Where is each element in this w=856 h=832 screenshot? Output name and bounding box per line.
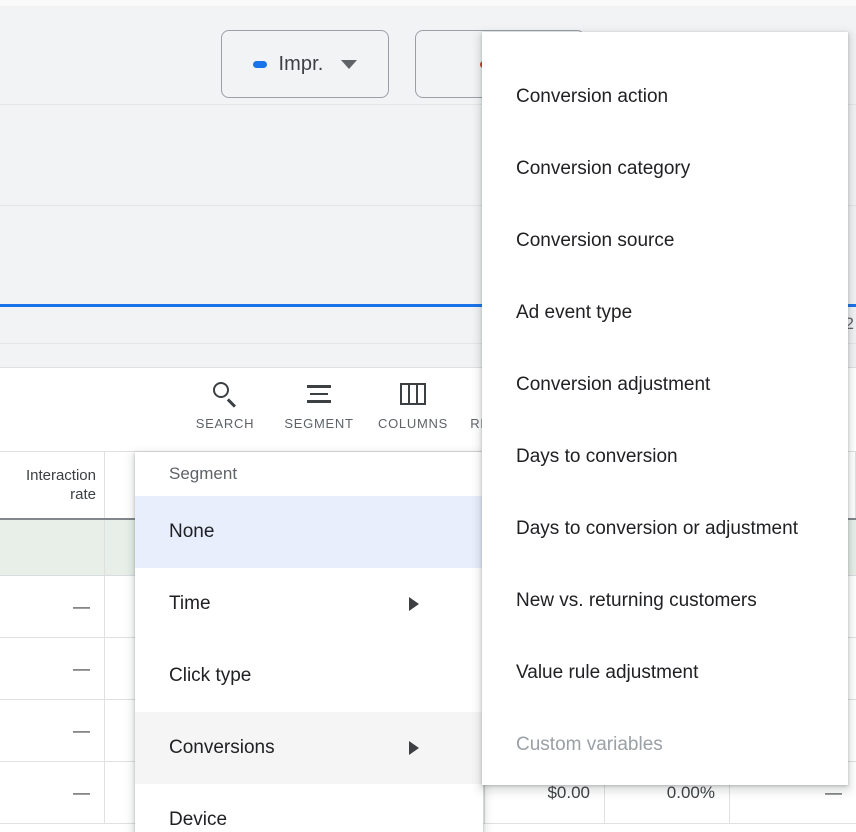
chevron-right-icon [409, 597, 419, 611]
submenu-item-ad-event-type[interactable]: Ad event type [482, 277, 848, 349]
metric-chip-label: Impr. [278, 52, 324, 75]
columns-icon [400, 376, 426, 412]
metric-color-dot-blue [252, 60, 267, 68]
segment-menu-item-label: Time [169, 593, 211, 614]
app-screen: Impr. N 2 SEARCH [0, 0, 856, 832]
segment-menu-item-device[interactable]: Device [135, 784, 483, 832]
submenu-item-conversion-action[interactable]: Conversion action [482, 61, 848, 133]
segment-icon [305, 376, 333, 412]
submenu-item-conversion-category[interactable]: Conversion category [482, 133, 848, 205]
segment-menu-item-label: Device [169, 809, 228, 830]
table-cell [0, 520, 105, 575]
toolbar-button-search[interactable]: SEARCH [178, 376, 272, 431]
submenu-item-conversion-adjustment[interactable]: Conversion adjustment [482, 349, 848, 421]
toolbar-label-segment: SEGMENT [284, 416, 354, 431]
submenu-item-days-to-conversion-or-adjustment[interactable]: Days to conversion or adjustment [482, 493, 848, 565]
toolbar-button-columns[interactable]: COLUMNS [366, 376, 460, 431]
search-icon [211, 376, 239, 412]
submenu-item-days-to-conversion[interactable]: Days to conversion [482, 421, 848, 493]
segment-menu-item-time[interactable]: Time [135, 568, 483, 640]
toolbar-label-search: SEARCH [195, 416, 255, 431]
submenu-item-conversion-source[interactable]: Conversion source [482, 205, 848, 277]
conversions-submenu: Conversion action Conversion category Co… [482, 32, 848, 785]
table-cell-interaction-rate: — [0, 762, 105, 823]
segment-menu-title: Segment [169, 464, 238, 483]
segment-menu-item-label: Conversions [169, 737, 275, 758]
segment-menu: Segment None Time Click type Conversions… [135, 452, 483, 832]
table-header-interaction-rate[interactable]: Interaction rate [0, 452, 105, 518]
segment-menu-item-label: None [169, 521, 215, 542]
metric-chip-impressions[interactable]: Impr. [221, 30, 389, 98]
submenu-top-padding [482, 32, 848, 61]
submenu-item-new-vs-returning-customers[interactable]: New vs. returning customers [482, 565, 848, 637]
toolbar-button-segment[interactable]: SEGMENT [272, 376, 366, 431]
segment-menu-item-none[interactable]: None [135, 496, 483, 568]
chevron-down-icon[interactable] [341, 59, 358, 69]
table-cell-interaction-rate: — [0, 700, 105, 761]
segment-menu-item-click-type[interactable]: Click type [135, 640, 483, 712]
table-cell-interaction-rate: — [0, 576, 105, 637]
table-cell-interaction-rate: — [0, 638, 105, 699]
segment-menu-item-conversions[interactable]: Conversions [135, 712, 483, 784]
toolbar-label-columns: COLUMNS [378, 416, 448, 431]
chevron-right-icon [409, 741, 419, 755]
toolbar-items: SEARCH SEGMENT COLUMNS RE [178, 376, 500, 431]
submenu-item-value-rule-adjustment[interactable]: Value rule adjustment [482, 637, 848, 709]
segment-menu-item-label: Click type [169, 665, 252, 686]
submenu-item-custom-variables: Custom variables [516, 734, 663, 755]
